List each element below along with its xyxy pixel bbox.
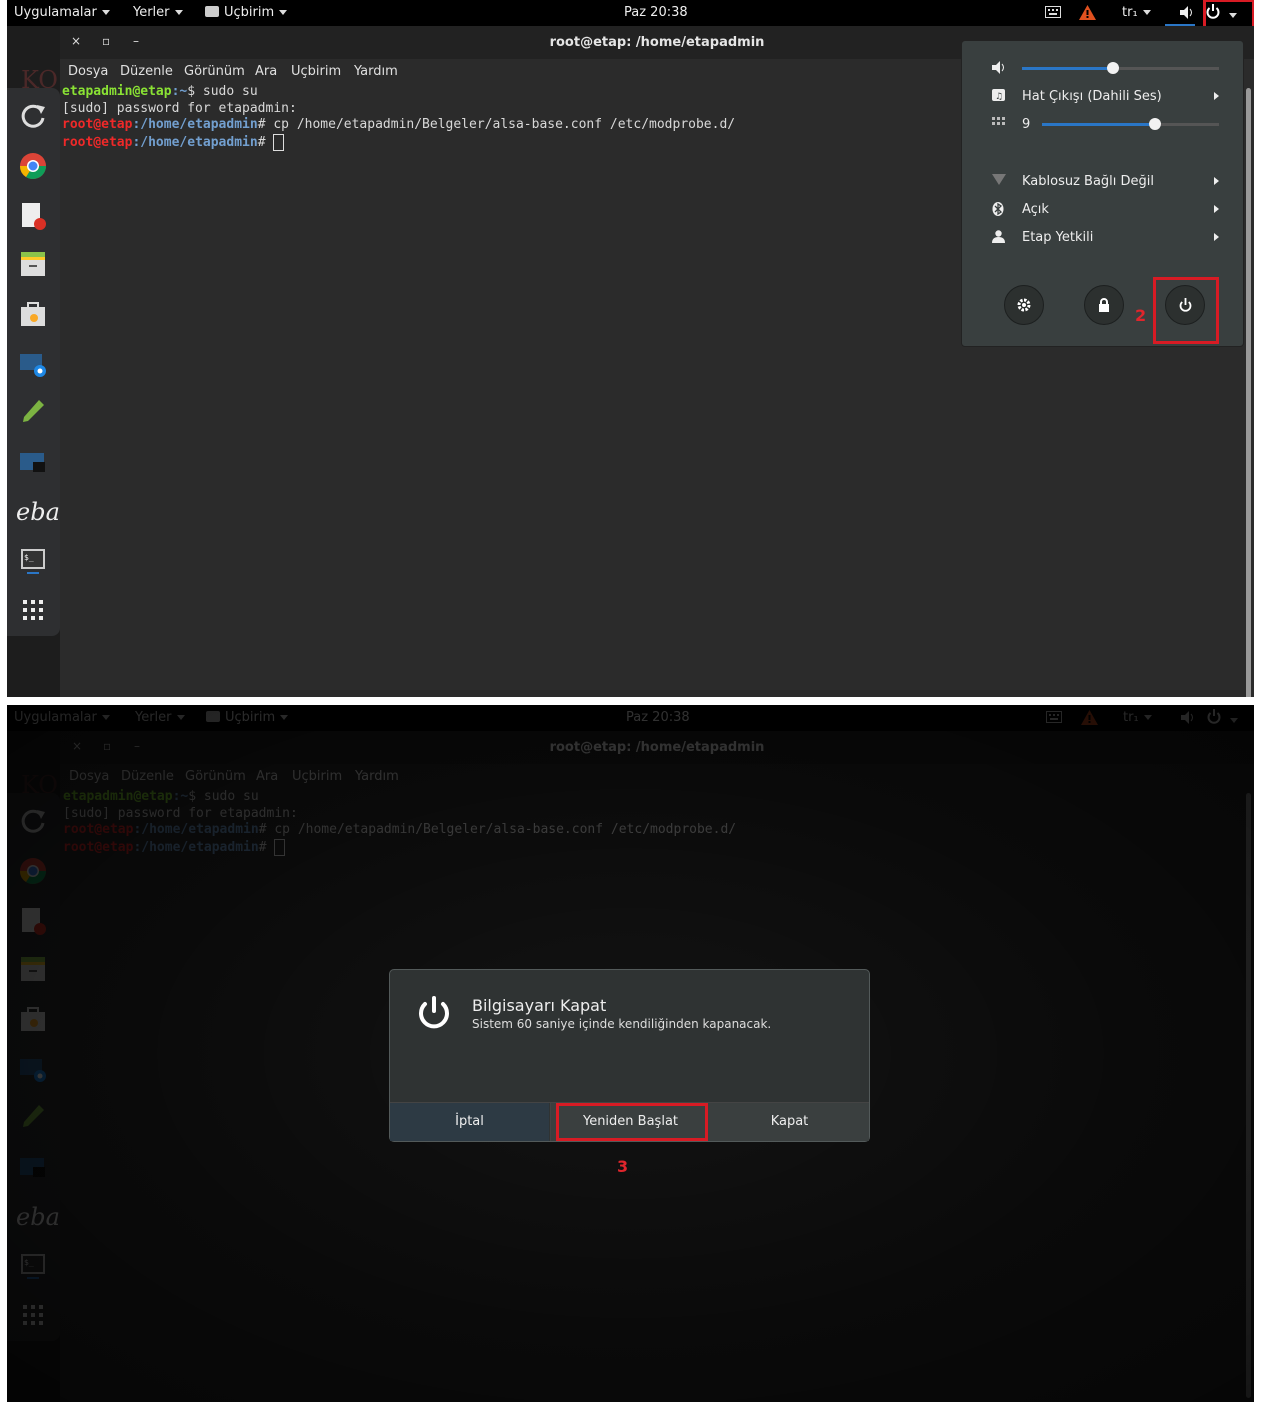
audio-output-label: Hat Çıkışı (Dahili Ses) xyxy=(1022,89,1162,104)
power-icon xyxy=(419,996,449,1029)
places-menu[interactable]: Yerler xyxy=(133,5,183,20)
wifi-icon xyxy=(992,174,1006,188)
terminal-icon xyxy=(205,6,219,17)
volume-icon[interactable] xyxy=(1180,6,1194,23)
prompt-user: root@etap xyxy=(62,117,133,132)
document-viewer-icon[interactable] xyxy=(19,202,47,230)
keyboard-layout-label: tr₁ xyxy=(1122,5,1138,20)
volume-slider[interactable] xyxy=(1022,62,1219,74)
volume-slider-knob[interactable] xyxy=(1106,62,1119,74)
prompt-path: :/home/etapadmin xyxy=(132,117,258,132)
prompt-user: root@etap xyxy=(62,134,133,150)
brightness-value: 9 xyxy=(1022,117,1031,132)
menu-terminal[interactable]: Uçbirim xyxy=(291,64,341,79)
prompt-path: :~ xyxy=(171,84,188,99)
eba-app-icon[interactable]: eba xyxy=(16,498,60,526)
applications-label: Uygulamalar xyxy=(14,5,97,20)
dialog-title: Bilgisayarı Kapat xyxy=(472,996,607,1015)
volume-slider-fill xyxy=(1022,67,1113,70)
annotation-number-3: 3 xyxy=(617,1157,629,1176)
app-grid-icon[interactable] xyxy=(19,596,47,624)
keyboard-layout-menu[interactable]: tr₁ xyxy=(1122,5,1151,20)
terminal-app-menu[interactable]: Uçbirim xyxy=(205,5,288,20)
annotation-box-3 xyxy=(556,1103,708,1141)
user-icon xyxy=(992,230,1006,244)
submenu-arrow-icon xyxy=(1214,205,1219,213)
menu-view[interactable]: Görünüm xyxy=(184,64,245,79)
brightness-slider-knob[interactable] xyxy=(1149,118,1162,130)
terminal-app-label: Uçbirim xyxy=(224,5,275,20)
settings-button[interactable] xyxy=(1004,285,1044,325)
audio-output-row[interactable]: ♫ Hat Çıkışı (Dahili Ses) xyxy=(992,87,1219,107)
prompt-path: :/home/etapadmin xyxy=(132,134,258,150)
warning-icon[interactable] xyxy=(1079,5,1096,24)
wifi-row[interactable]: Kablosuz Bağlı Değil xyxy=(992,172,1219,192)
command-text: $ sudo su xyxy=(187,84,258,99)
caret-down-icon xyxy=(279,10,288,15)
gear-icon xyxy=(1017,298,1031,312)
keyboard-icon[interactable] xyxy=(1045,6,1061,22)
submenu-arrow-icon xyxy=(1214,233,1219,241)
screenshot-app-icon[interactable] xyxy=(19,350,47,378)
dock: eba $_ xyxy=(7,88,60,636)
bluetooth-icon xyxy=(992,202,1006,216)
dialog-message: Sistem 60 saniye içinde kendiliğinden ka… xyxy=(472,1017,772,1031)
chrome-icon[interactable] xyxy=(19,152,47,180)
brightness-icon xyxy=(992,117,1006,131)
caret-down-icon xyxy=(1142,10,1151,15)
screenshot-system-menu: Uygulamalar Yerler Uçbirim Paz 20:38 tr₁… xyxy=(7,0,1254,697)
user-row[interactable]: Etap Yetkili xyxy=(992,228,1219,248)
cancel-button[interactable]: İptal xyxy=(390,1103,549,1141)
lock-icon xyxy=(1099,298,1109,312)
refresh-app-icon[interactable] xyxy=(19,102,47,130)
lock-button[interactable] xyxy=(1084,285,1124,325)
scrollbar[interactable] xyxy=(1246,88,1251,697)
command-text: # cp /home/etapadmin/Belgeler/alsa-base.… xyxy=(257,117,736,132)
prompt-user: etapadmin@etap xyxy=(62,84,172,99)
brightness-row: 9 xyxy=(992,115,1219,135)
caret-down-icon xyxy=(101,10,110,15)
separator xyxy=(962,152,1243,153)
bluetooth-row[interactable]: Açık xyxy=(992,200,1219,220)
svg-text:$_: $_ xyxy=(24,553,34,562)
pencil-app-icon[interactable] xyxy=(19,398,47,426)
volume-icon xyxy=(992,61,1006,75)
submenu-arrow-icon xyxy=(1214,92,1219,100)
cursor xyxy=(273,133,285,151)
menu-help[interactable]: Yardım xyxy=(354,64,398,79)
terminal-dock-icon[interactable]: $_ xyxy=(19,546,47,574)
top-bar: Uygulamalar Yerler Uçbirim Paz 20:38 tr₁ xyxy=(7,0,1254,26)
audio-device-icon: ♫ xyxy=(992,89,1006,103)
brightness-slider[interactable] xyxy=(1042,118,1219,130)
submenu-arrow-icon xyxy=(1214,177,1219,185)
applications-menu[interactable]: Uygulamalar xyxy=(14,5,110,20)
caret-down-icon xyxy=(174,10,183,15)
volume-row xyxy=(992,59,1219,79)
user-label: Etap Yetkili xyxy=(1022,230,1094,245)
menu-file[interactable]: Dosya xyxy=(68,64,108,79)
annotation-box-1 xyxy=(1203,0,1254,29)
wifi-label: Kablosuz Bağlı Değil xyxy=(1022,174,1155,189)
annotation-number-2: 2 xyxy=(1135,306,1147,325)
bluetooth-label: Açık xyxy=(1022,202,1049,217)
clock[interactable]: Paz 20:38 xyxy=(624,5,688,20)
menu-search[interactable]: Ara xyxy=(255,64,277,79)
briefcase-app-icon[interactable] xyxy=(19,300,47,328)
places-label: Yerler xyxy=(133,5,170,20)
menu-edit[interactable]: Düzenle xyxy=(120,64,173,79)
brightness-slider-fill xyxy=(1042,123,1156,126)
command-text: # xyxy=(257,134,274,150)
screenshot-shutdown-dialog: Uygulamalar Yerler Uçbirim Paz 20:38 tr₁… xyxy=(7,705,1254,1402)
svg-text:♫: ♫ xyxy=(995,92,1003,101)
file-manager-icon[interactable] xyxy=(19,250,47,278)
annotation-box-2 xyxy=(1153,277,1219,344)
shutdown-button[interactable]: Kapat xyxy=(710,1103,869,1141)
remote-desktop-icon[interactable] xyxy=(19,448,47,476)
